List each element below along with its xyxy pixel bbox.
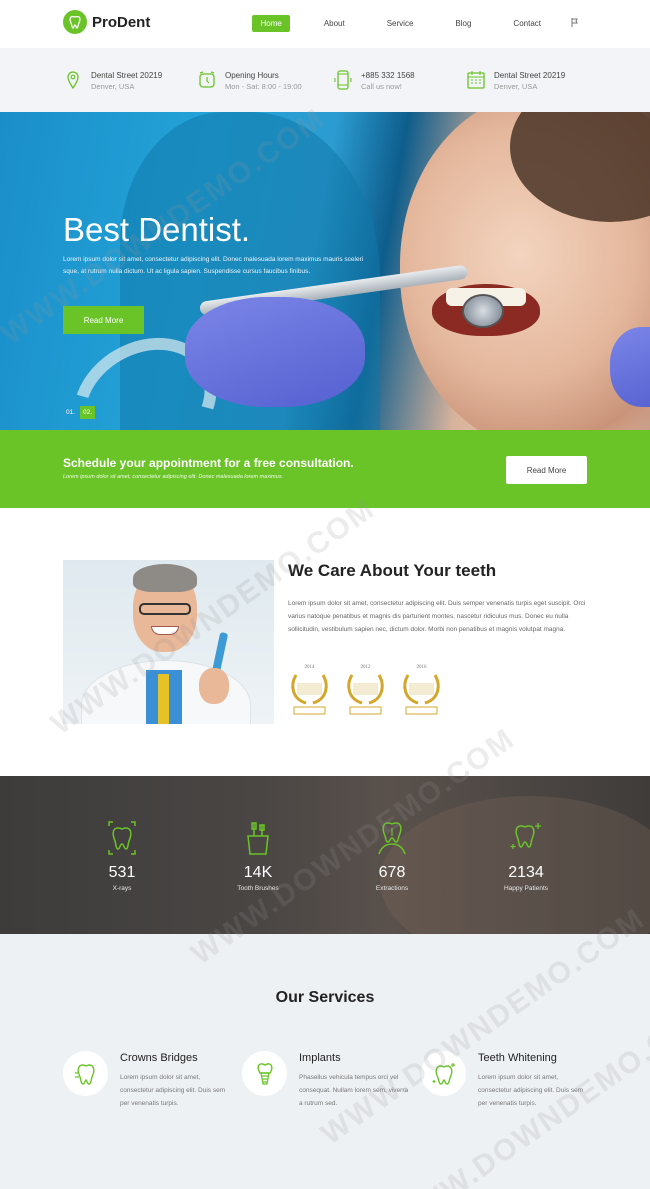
phone-icon (334, 70, 352, 90)
service-text: Lorem ipsum dolor sit amet, consectetur … (120, 1074, 226, 1107)
tooth-implant-icon (242, 1051, 287, 1096)
stat-value: 2134 (508, 864, 544, 881)
slider-pagination: 01. 02. (63, 406, 97, 419)
info-phone: +885 332 1568 Call us now! (333, 70, 415, 93)
map-pin-icon (67, 71, 79, 90)
brand-name: ProDent (92, 13, 151, 31)
photo-glasses (139, 603, 191, 615)
tooth-xray-icon (108, 821, 136, 855)
nav-contact[interactable]: Contact (505, 15, 549, 32)
stat-label: Happy Patients (503, 885, 549, 892)
cta-title: Schedule your appointment for a free con… (63, 456, 354, 470)
stat-label: X-rays (112, 885, 132, 892)
service-title: Implants (299, 1052, 341, 1064)
info-title: Dental Street 20219 (91, 71, 163, 80)
stat-xrays: 531 X-rays (82, 820, 162, 892)
nav-service[interactable]: Service (379, 15, 422, 32)
about-text: Lorem ipsum dolor sit amet, consectetur … (288, 600, 586, 633)
service-title: Crowns Bridges (120, 1052, 198, 1064)
info-sub: Denver, USA (91, 82, 135, 91)
hero-bg-mirror (462, 294, 504, 328)
photo-tie (158, 674, 169, 724)
info-sub: Call us now! (361, 82, 402, 91)
award-badge: 2016 (400, 665, 443, 717)
appointment-cta: Schedule your appointment for a free con… (0, 430, 650, 508)
stat-patients: 2134 Happy Patients (486, 820, 566, 892)
photo-hair (133, 564, 197, 592)
laurel-icon (403, 674, 440, 715)
sparkling-tooth-icon (510, 823, 541, 849)
award-year: 2012 (360, 665, 371, 670)
logo[interactable]: ProDent (63, 10, 150, 34)
site-header: ProDent Home About Service Blog Contact (0, 0, 650, 48)
about-title: We Care About Your teeth (288, 561, 497, 580)
hero-bg-glove (185, 297, 365, 407)
award-badge: 2014 (288, 665, 331, 717)
info-title: +885 332 1568 (361, 71, 415, 80)
info-bar: Dental Street 20219 Denver, USA Opening H… (0, 48, 650, 112)
info-sub: Mon - Sat: 8:00 - 19:00 (225, 82, 302, 91)
nav-blog[interactable]: Blog (447, 15, 479, 32)
toothbrush-cup-icon (247, 822, 269, 855)
tooth-crown-icon (63, 1051, 108, 1096)
award-year: 2016 (416, 665, 427, 670)
alarm-clock-icon (199, 71, 215, 88)
award-badge: 2012 (344, 665, 387, 717)
info-hours: Opening Hours Mon - Sat: 8:00 - 19:00 (197, 70, 302, 93)
info-sub: Denver, USA (494, 82, 538, 91)
nav-about[interactable]: About (316, 15, 353, 32)
nav-home[interactable]: Home (252, 15, 290, 32)
hero-read-more-button[interactable]: Read More (63, 306, 144, 334)
stat-label: Extractions (375, 885, 409, 892)
cta-subtitle: Lorem ipsum dolor sit amet, consectetur … (63, 474, 284, 480)
info-location: Dental Street 20219 Denver, USA (466, 70, 565, 93)
laurel-icon (291, 674, 328, 715)
photo-hand (199, 668, 229, 704)
award-year: 2014 (304, 665, 315, 670)
calendar-icon (467, 71, 485, 89)
cta-read-more-button[interactable]: Read More (506, 456, 587, 484)
tooth-logo-icon (63, 10, 87, 34)
laurel-icon (347, 674, 384, 715)
slide-dot-2[interactable]: 02. (80, 406, 95, 419)
flag-icon[interactable] (571, 18, 578, 29)
service-title: Teeth Whitening (478, 1052, 557, 1064)
info-title: Opening Hours (225, 71, 279, 80)
info-address: Dental Street 20219 Denver, USA (63, 70, 162, 93)
stat-value: 678 (378, 864, 406, 881)
awards-row: 2014 2012 2016 (288, 665, 456, 717)
slide-dot-1[interactable]: 01. (63, 406, 78, 419)
stat-value: 531 (108, 864, 136, 881)
service-crowns[interactable]: Crowns Bridges Lorem ipsum dolor sit ame… (63, 1051, 233, 1131)
info-title: Dental Street 20219 (494, 71, 566, 80)
main-nav: Home About Service Blog Contact (252, 15, 578, 32)
